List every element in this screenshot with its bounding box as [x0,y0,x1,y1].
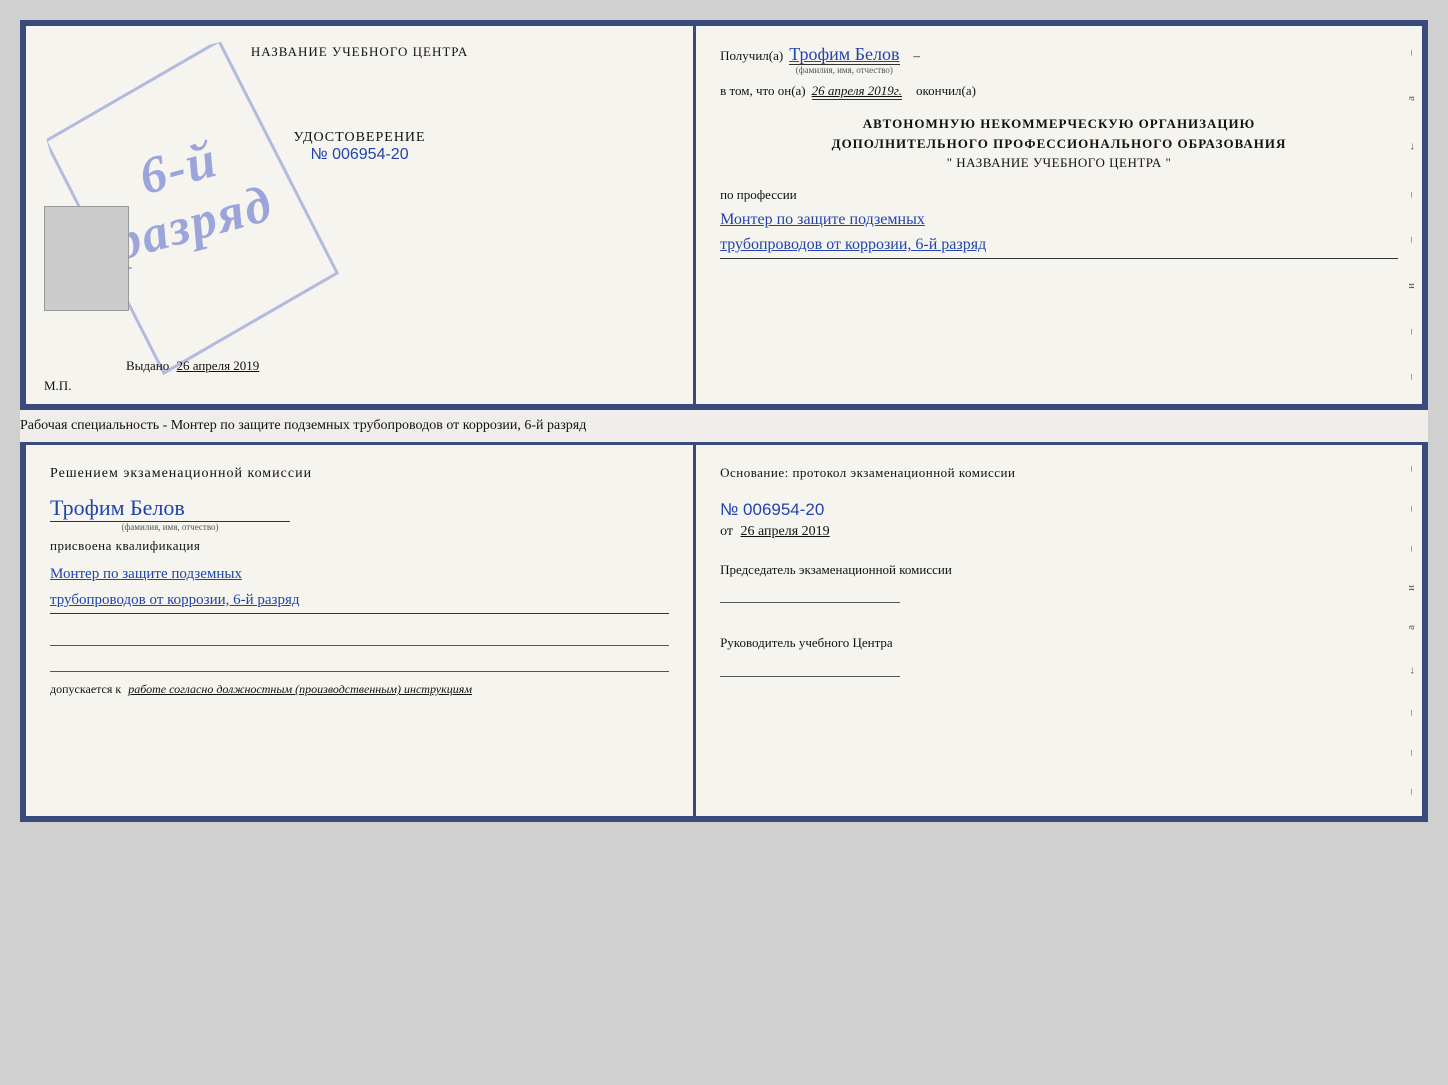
cert-number: № 006954-20 [293,146,425,164]
dopuskaetsya-label: допускается к [50,682,121,696]
predsedatel-label: Председатель экзаменационной комиссии [720,560,1398,580]
org-name: " НАЗВАНИЕ УЧЕБНОГО ЦЕНТРА " [720,153,1398,173]
po-professii-section: по профессии Монтер по защите подземных … [720,187,1398,259]
rukovoditel-sign-line [720,659,900,677]
mp-label: М.П. [44,378,71,394]
poluchil-line: Получил(а) Трофим Белов (фамилия, имя, о… [720,44,1398,75]
profession-line1: Монтер по защите подземных [720,207,1398,233]
org-line1: АВТОНОМНУЮ НЕКОММЕРЧЕСКУЮ ОРГАНИЗАЦИЮ [720,114,1398,134]
bottom-left-panel: Решением экзаменационной комиссии Трофим… [26,445,696,816]
po-professii-label: по профессии [720,187,1398,203]
bottom-name-block: Трофим Белов (фамилия, имя, отчество) [50,495,669,532]
predsedatel-block: Председатель экзаменационной комиссии [720,560,1398,604]
dopuskaetsya-text: работе согласно должностным (производств… [128,682,472,696]
recipient-name: Трофим Белов [789,44,899,65]
name-sublabel: (фамилия, имя, отчество) [789,65,899,75]
okonchil-label: окончил(а) [916,83,976,99]
udostoverenie-label: УДОСТОВЕРЕНИЕ [293,130,425,146]
vtom-label: в том, что он(а) [720,83,806,99]
separator-label: Рабочая специальность - Монтер по защите… [20,418,586,433]
profession-line2: трубопроводов от коррозии, 6-й разряд [720,232,1398,259]
side-decoration: – а ← – – и – – [1400,26,1422,404]
vydano-label: Выдано [126,358,169,373]
rukovoditel-block: Руководитель учебного Центра [720,633,1398,677]
predsedatel-sign-line [720,585,900,603]
bottom-recipient-name: Трофим Белов [50,495,669,521]
line-row-1 [50,628,669,646]
vtom-line: в том, что он(а) 26 апреля 2019г. окончи… [720,83,1398,100]
bottom-lines [50,628,669,672]
bottom-side-decoration: – – – и а ← – – – [1400,445,1422,816]
cert-date: 26 апреля 2019г. [812,83,902,100]
cert-right-panel: Получил(а) Трофим Белов (фамилия, имя, о… [696,26,1422,404]
qualification-line2: трубопроводов от коррозии, 6-й разряд [50,588,669,615]
org-line2: ДОПОЛНИТЕЛЬНОГО ПРОФЕССИОНАЛЬНОГО ОБРАЗО… [720,134,1398,154]
org-block: АВТОНОМНУЮ НЕКОММЕРЧЕСКУЮ ОРГАНИЗАЦИЮ ДО… [720,114,1398,173]
ot-date: 26 апреля 2019 [741,524,830,539]
osnovanie-text: Основание: протокол экзаменационной коми… [720,463,1398,484]
prisvoena-label: присвоена квалификация [50,538,669,554]
bottom-name-sub: (фамилия, имя, отчество) [50,521,290,532]
protocol-number: № 006954-20 [720,500,1398,520]
line-row-2 [50,654,669,672]
ot-label: от [720,524,733,539]
cert-left-panel: НАЗВАНИЕ УЧЕБНОГО ЦЕНТРА 6-й разряд УДОС… [26,26,696,404]
resheniyem-text: Решением экзаменационной комиссии [50,463,669,485]
cert-title: НАЗВАНИЕ УЧЕБНОГО ЦЕНТРА [251,44,468,60]
bottom-right-panel: Основание: протокол экзаменационной коми… [696,445,1422,816]
vydano-date: 26 апреля 2019 [177,358,260,373]
photo-box [44,206,129,311]
dash-1: – [914,48,921,64]
udostoverenie-section: УДОСТОВЕРЕНИЕ № 006954-20 [293,130,425,164]
rukovoditel-label: Руководитель учебного Центра [720,633,1398,653]
dopuskaetsya-section: допускается к работе согласно должностны… [50,682,669,697]
vydano-line: Выдано 26 апреля 2019 [126,358,259,374]
ot-date-line: от 26 апреля 2019 [720,524,1398,540]
bottom-certificate: Решением экзаменационной комиссии Трофим… [20,442,1428,822]
top-certificate: НАЗВАНИЕ УЧЕБНОГО ЦЕНТРА 6-й разряд УДОС… [20,20,1428,410]
qualification-line1: Монтер по защите подземных [50,562,669,588]
poluchil-label: Получил(а) [720,48,783,64]
separator-text: Рабочая специальность - Монтер по защите… [20,410,1428,442]
